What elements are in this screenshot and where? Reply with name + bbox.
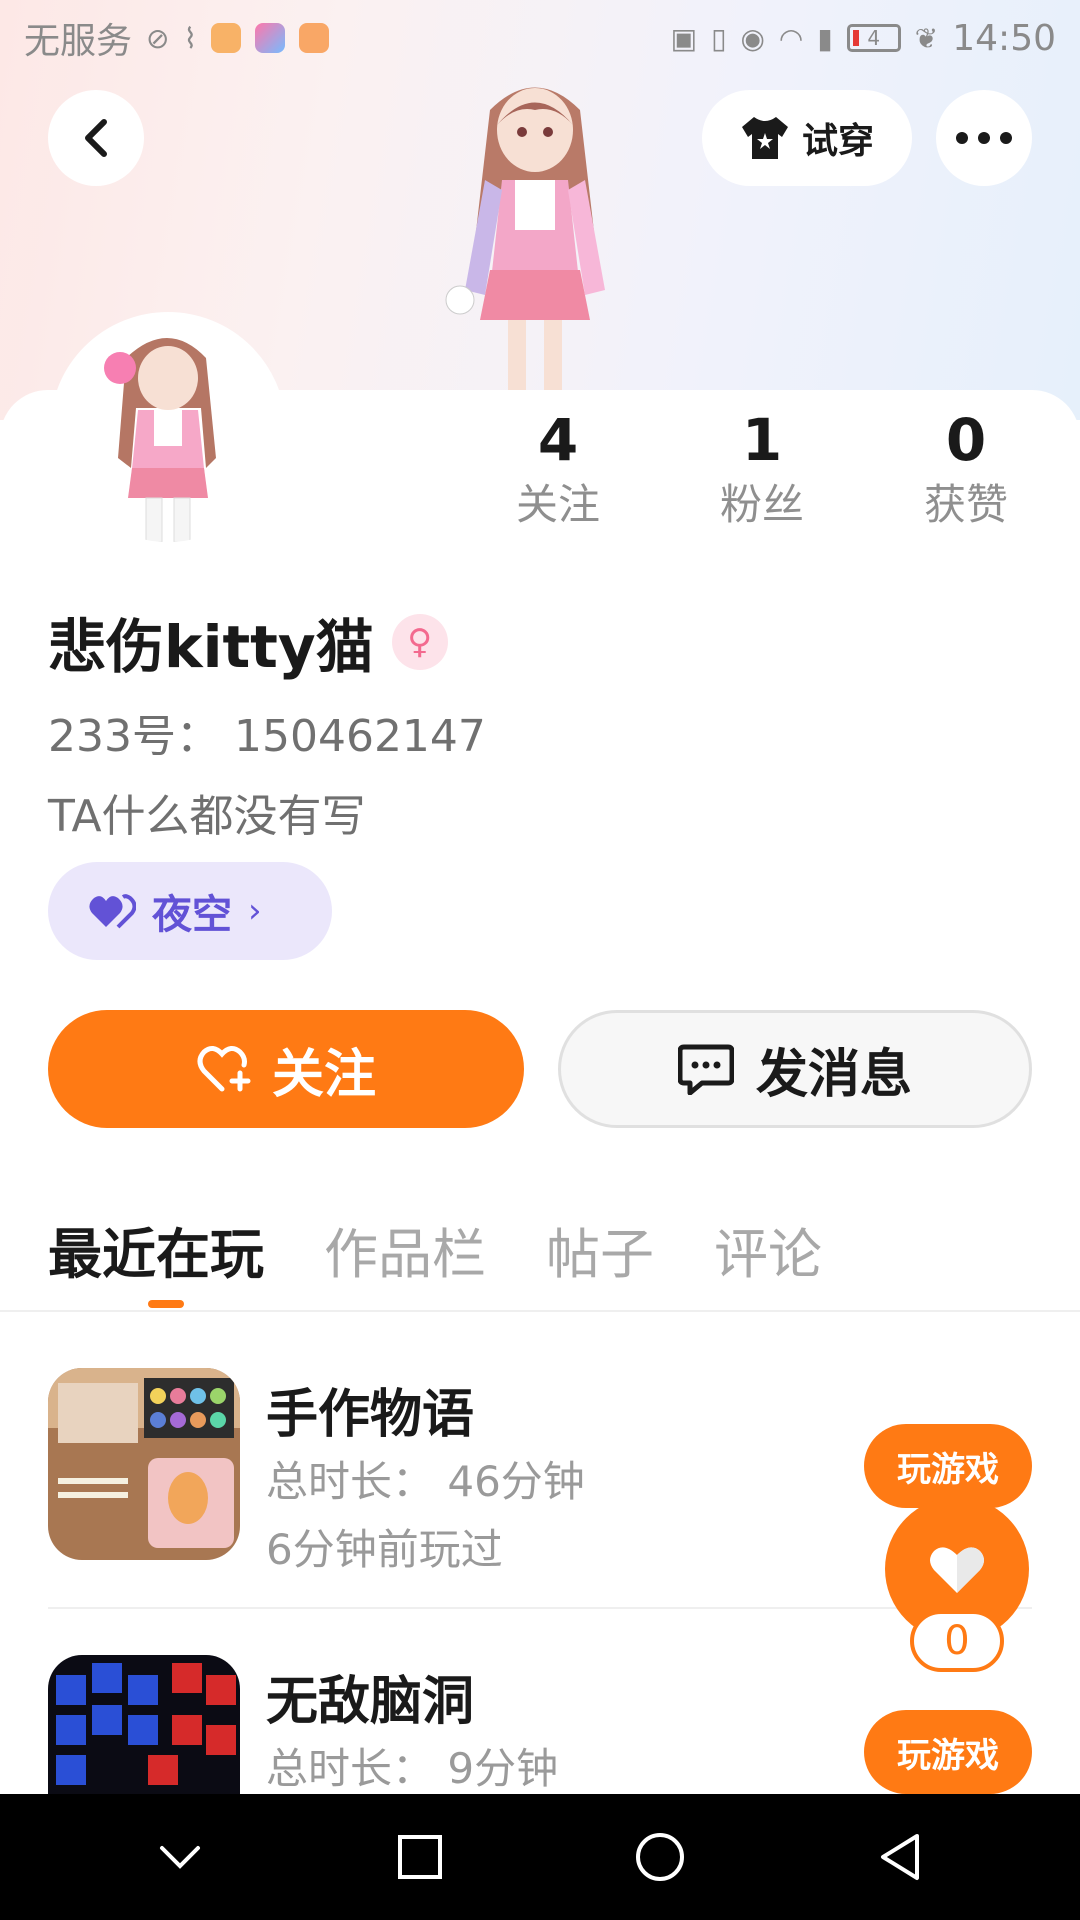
- chevron-down-icon: [160, 1846, 200, 1869]
- play-game-button[interactable]: 玩游戏: [864, 1710, 1032, 1794]
- user-bio: TA什么都没有写: [48, 791, 366, 842]
- game-icon-image: [48, 1368, 240, 1560]
- tab-recently-played[interactable]: 最近在玩: [48, 1210, 264, 1289]
- like-count-badge: 0: [910, 1610, 1004, 1672]
- status-bar: 无服务 ⊘ ⌇ ▣ ▯ ◉ ◠ ▮ 4 ❦ 14:50: [0, 0, 1080, 76]
- heart-pair-icon: [89, 894, 136, 929]
- avatar-image: [56, 318, 280, 542]
- try-on-button[interactable]: 试穿: [702, 90, 912, 186]
- back-button[interactable]: [48, 90, 144, 186]
- game-title: 无敌脑洞: [266, 1672, 475, 1732]
- game-list-item[interactable]: 手作物语 总时长： 46分钟 6分钟前玩过 玩游戏: [48, 1368, 1032, 1574]
- tab-comments[interactable]: 评论: [714, 1210, 822, 1289]
- likes-count: 0: [945, 406, 987, 474]
- game-thumbnail-invincible-brain: [48, 1655, 240, 1794]
- fans-count: 1: [741, 406, 783, 474]
- wifi-icon: ◠: [778, 21, 804, 55]
- nav-recents-button[interactable]: [375, 1812, 465, 1902]
- eye-icon: ◉: [740, 21, 765, 55]
- leaf-icon: ⌇: [183, 21, 198, 55]
- avatar-character-image: [445, 87, 605, 390]
- following-count: 4: [537, 406, 579, 474]
- chat-bubble-icon: [677, 1044, 734, 1095]
- name-row: 悲伤kitty猫 ♀: [48, 600, 448, 684]
- clock-time: 14:50: [952, 17, 1056, 59]
- tabs-divider: [0, 1310, 1080, 1312]
- follow-label: 关注: [271, 1044, 376, 1105]
- game-list-item[interactable]: 无敌脑洞 总时长： 9分钟 玩游戏: [48, 1655, 1032, 1794]
- nfc-icon: ⊘: [146, 21, 170, 55]
- game-thumbnail-handmade-story: [48, 1368, 240, 1560]
- app-notification-icon: [255, 23, 286, 53]
- profile-tabs: 最近在玩 作品栏 帖子 评论: [48, 1210, 822, 1289]
- fans-label: 粉丝: [719, 480, 804, 529]
- chevron-right-icon: ›: [248, 891, 262, 931]
- game-last-played: 6分钟前玩过: [266, 1525, 503, 1574]
- app-notification-icon: [211, 23, 242, 53]
- avatar[interactable]: [50, 312, 286, 548]
- likes-label: 获赞: [923, 480, 1008, 529]
- tab-works[interactable]: 作品栏: [324, 1210, 486, 1289]
- active-tab-indicator: [148, 1300, 184, 1308]
- nav-collapse-button[interactable]: [135, 1812, 225, 1902]
- badge-label: 夜空: [152, 892, 232, 938]
- chevron-left-icon: [85, 119, 107, 157]
- vibrate-icon: ▯: [711, 21, 727, 55]
- battery-icon: 4: [846, 24, 901, 52]
- following-label: 关注: [515, 480, 600, 529]
- heart-add-icon: [197, 1046, 251, 1092]
- user-id: 233号： 150462147: [48, 711, 486, 762]
- game-total-time: 总时长： 9分钟: [266, 1744, 559, 1793]
- game-title: 手作物语: [266, 1385, 475, 1445]
- list-divider: [48, 1607, 1032, 1609]
- try-on-label: 试穿: [801, 121, 874, 162]
- circle-icon: [636, 1833, 684, 1881]
- night-sky-badge[interactable]: 夜空 ›: [48, 862, 332, 960]
- play-game-button[interactable]: 玩游戏: [864, 1424, 1032, 1508]
- following-stat[interactable]: 4 关注: [458, 405, 658, 535]
- tshirt-icon: [741, 117, 788, 159]
- heart-icon: [930, 1547, 984, 1593]
- nav-home-button[interactable]: [615, 1812, 705, 1902]
- square-icon: [398, 1835, 442, 1879]
- more-dots-icon: [956, 132, 1012, 144]
- nav-back-button[interactable]: [855, 1812, 945, 1902]
- system-navigation-bar: [0, 1794, 1080, 1920]
- gender-female-icon: ♀: [391, 614, 448, 670]
- video-app-icon: [299, 23, 330, 53]
- game-total-time: 总时长： 46分钟: [266, 1457, 585, 1506]
- triangle-back-icon: [881, 1834, 919, 1880]
- send-message-button[interactable]: 发消息: [558, 1010, 1032, 1128]
- send-message-label: 发消息: [755, 1044, 912, 1105]
- likes-stat[interactable]: 0 获赞: [866, 405, 1066, 535]
- follow-button[interactable]: 关注: [48, 1010, 524, 1128]
- game-icon-image: [48, 1655, 240, 1794]
- camera-off-icon: ▣: [670, 21, 698, 55]
- user-name: 悲伤kitty猫: [48, 613, 374, 681]
- fans-stat[interactable]: 1 粉丝: [662, 405, 862, 535]
- carrier-text: 无服务: [24, 21, 133, 62]
- more-options-button[interactable]: [936, 90, 1032, 186]
- tab-posts[interactable]: 帖子: [546, 1210, 654, 1289]
- sim-alert-icon: ▮: [817, 21, 833, 55]
- eco-leaf-icon: ❦: [914, 21, 939, 55]
